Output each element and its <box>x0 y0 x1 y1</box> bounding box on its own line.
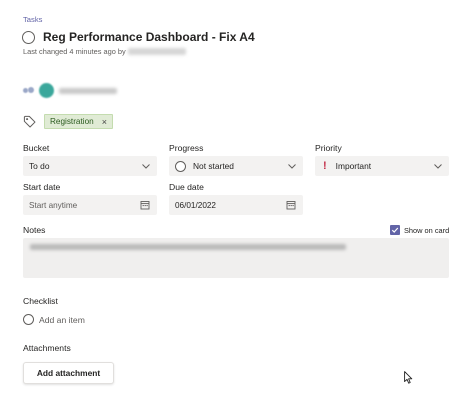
add-item-circle-icon <box>23 314 34 325</box>
breadcrumb[interactable]: Tasks <box>23 15 42 24</box>
bucket-value: To do <box>29 161 50 171</box>
due-date-field[interactable]: 06/01/2022 <box>169 195 303 215</box>
priority-label: Priority <box>315 143 342 153</box>
labels-row: Registration × <box>23 114 113 129</box>
progress-dropdown[interactable]: Not started <box>169 156 303 176</box>
assignees-row <box>23 83 117 98</box>
notes-textarea[interactable] <box>23 238 449 278</box>
start-date-placeholder: Start anytime <box>29 200 78 210</box>
calendar-icon[interactable] <box>140 200 150 210</box>
important-priority-icon: ! <box>323 160 327 172</box>
bucket-dropdown[interactable]: To do <box>23 156 157 176</box>
start-date-field[interactable]: Start anytime <box>23 195 157 215</box>
label-chip-registration[interactable]: Registration × <box>44 114 113 129</box>
assign-people-icon[interactable] <box>23 86 35 96</box>
not-started-circle-icon <box>175 160 186 172</box>
chevron-down-icon <box>434 164 442 169</box>
notes-text-redacted <box>30 244 346 250</box>
last-changed-info: Last changed 4 minutes ago by <box>23 47 186 56</box>
last-changed-text: Last changed 4 minutes ago by <box>23 47 126 56</box>
show-on-card-label: Show on card <box>404 225 450 235</box>
label-chip-text: Registration <box>50 117 94 126</box>
show-on-card-checkbox[interactable] <box>390 225 400 235</box>
task-title[interactable]: Reg Performance Dashboard - Fix A4 <box>43 30 255 44</box>
bucket-label: Bucket <box>23 143 50 153</box>
checkmark-icon <box>391 227 399 233</box>
due-date-value: 06/01/2022 <box>175 200 216 210</box>
complete-task-circle-icon[interactable] <box>22 30 35 44</box>
notes-label: Notes <box>23 225 46 235</box>
checklist-label: Checklist <box>23 296 58 306</box>
add-checklist-item[interactable]: Add an item <box>23 314 85 325</box>
assignee-avatar[interactable] <box>39 83 54 98</box>
priority-value: Important <box>335 161 372 171</box>
remove-label-icon[interactable]: × <box>102 117 107 127</box>
chevron-down-icon <box>142 164 150 169</box>
add-item-placeholder: Add an item <box>39 314 85 325</box>
task-title-row: Reg Performance Dashboard - Fix A4 <box>22 30 255 44</box>
assignee-name-redacted <box>59 87 117 94</box>
progress-label: Progress <box>169 143 204 153</box>
priority-dropdown[interactable]: ! Important <box>315 156 449 176</box>
last-changed-user-redacted <box>127 48 186 55</box>
start-date-label: Start date <box>23 182 61 192</box>
mouse-pointer-icon <box>404 371 413 384</box>
due-date-label: Due date <box>169 182 204 192</box>
calendar-icon[interactable] <box>286 200 296 210</box>
progress-value: Not started <box>193 161 234 171</box>
attachments-label: Attachments <box>23 343 71 353</box>
tag-icon[interactable] <box>23 115 36 128</box>
chevron-down-icon <box>288 164 296 169</box>
show-on-card-toggle[interactable]: Show on card <box>390 225 449 235</box>
add-attachment-button[interactable]: Add attachment <box>23 362 114 384</box>
